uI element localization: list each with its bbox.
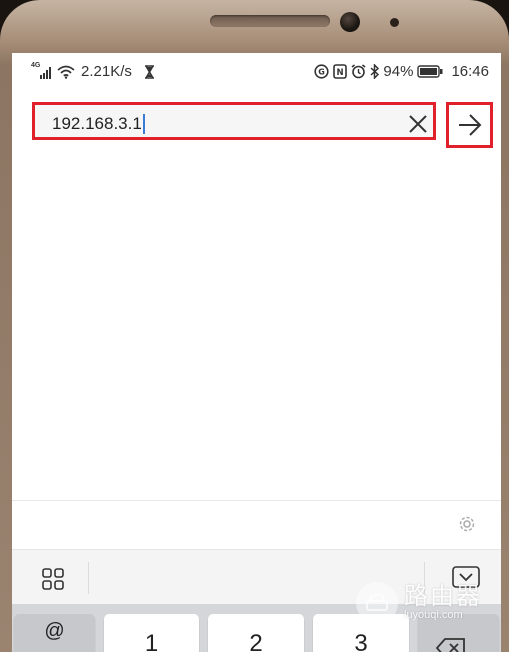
- backspace-icon: [436, 638, 465, 652]
- phone-screen: 4G 2.21K/s G N 94% 16:46 192.168.3.1 @ 1…: [12, 53, 501, 652]
- nfc-icon: N: [333, 64, 348, 79]
- network-type-label: 4G: [31, 61, 41, 69]
- hourglass-icon: [144, 64, 155, 79]
- clock: 16:46: [451, 63, 489, 80]
- arrow-right-icon: [459, 114, 482, 136]
- key-label: 2: [249, 630, 263, 652]
- suggestion-divider: [12, 500, 501, 501]
- key-label: 3: [354, 630, 368, 652]
- bluetooth-icon: [370, 64, 380, 79]
- watermark-brand: 路由器: [404, 582, 482, 610]
- url-value: 192.168.3.1: [52, 114, 142, 133]
- key-label: @: [44, 620, 65, 642]
- key-2[interactable]: 2: [208, 614, 304, 652]
- data-saver-icon: G: [314, 64, 330, 79]
- clear-icon[interactable]: [407, 113, 429, 135]
- wifi-icon: [57, 65, 75, 79]
- earpiece-speaker: [210, 15, 330, 27]
- watermark: 路由器 luyouqi.com: [356, 582, 482, 624]
- battery-icon: [417, 65, 443, 78]
- net-speed: 2.21K/s: [81, 63, 132, 80]
- watermark-domain: luyouqi.com: [404, 608, 463, 621]
- status-bar: 4G 2.21K/s G N 94% 16:46: [12, 53, 501, 91]
- svg-text:G: G: [319, 68, 326, 77]
- alarm-icon: [351, 64, 366, 79]
- key-at[interactable]: @: [14, 614, 95, 652]
- proximity-sensor: [390, 18, 399, 27]
- front-camera: [340, 12, 360, 32]
- go-button[interactable]: [446, 102, 493, 148]
- text-cursor: [142, 114, 145, 134]
- svg-text:N: N: [337, 68, 344, 78]
- phone-bezel: 4G 2.21K/s G N 94% 16:46 192.168.3.1 @ 1…: [0, 0, 509, 652]
- key-label: 1: [144, 630, 159, 652]
- gear-icon[interactable]: [458, 515, 476, 538]
- router-logo-icon: [356, 582, 398, 624]
- key-1[interactable]: 1: [104, 614, 199, 652]
- grid-menu-icon[interactable]: [42, 568, 64, 595]
- toolbar-separator: [88, 562, 89, 594]
- url-input[interactable]: 192.168.3.1: [32, 102, 436, 140]
- cellular-signal-icon: 4G: [31, 61, 51, 79]
- battery-percent: 94%: [383, 63, 414, 80]
